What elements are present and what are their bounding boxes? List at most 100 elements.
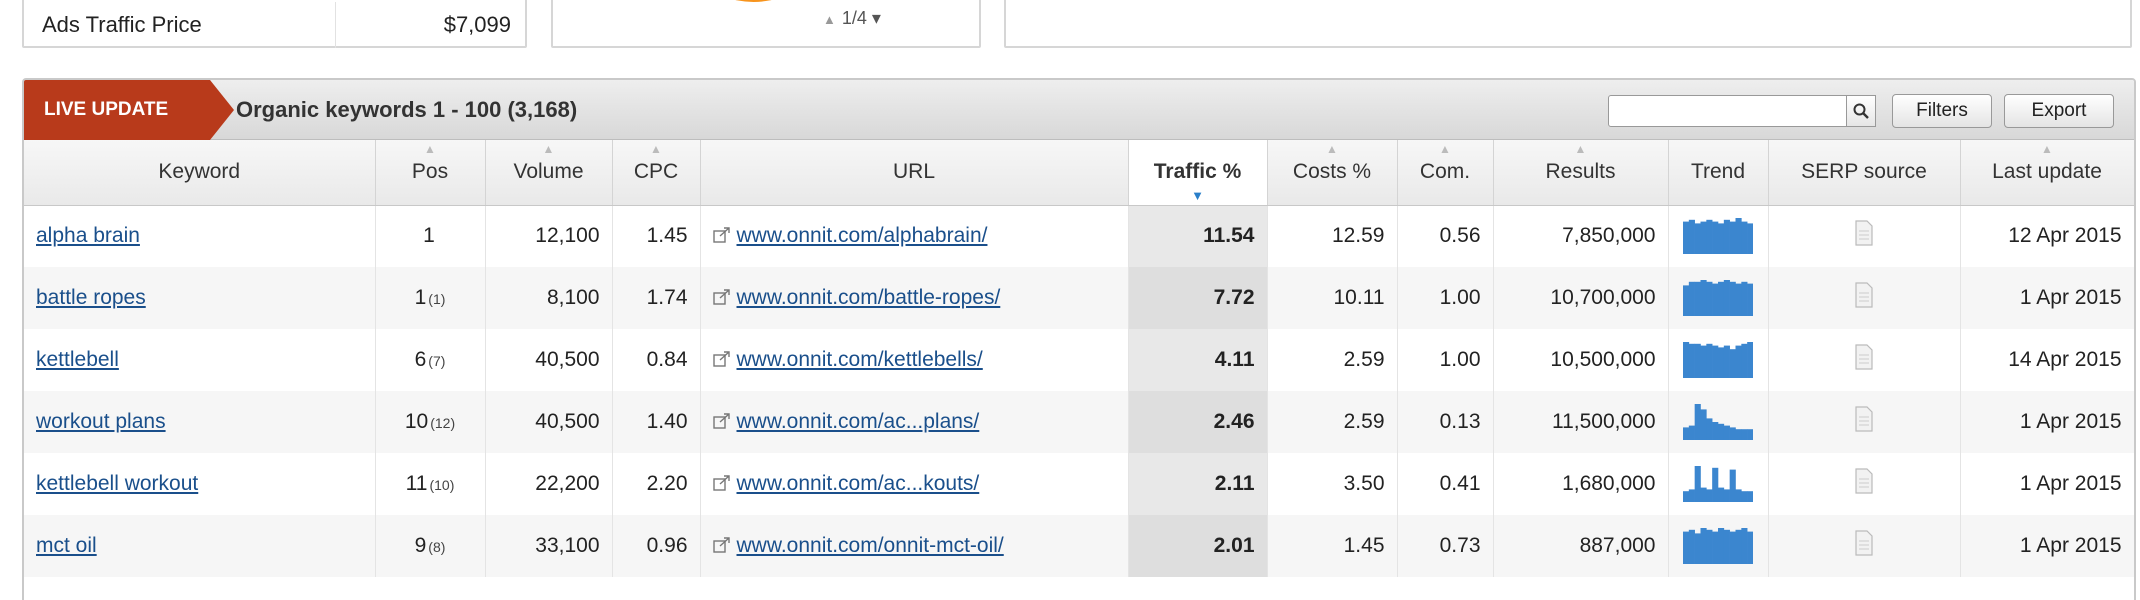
table-row: alpha brain 1 12,100 1.45 www.onnit.com/alph… [24,205,2134,267]
trend-bar [1694,343,1701,378]
col-header-volume[interactable]: ▲ Volume [485,140,613,206]
external-link-icon[interactable] [712,537,731,553]
trend-bar [1700,280,1707,316]
pos-cell: 9 (8) [375,515,486,577]
trend-bar [1729,469,1736,502]
com-cell: 0.41 [1397,453,1494,515]
trend-bar [1683,531,1690,564]
summary-box-traffic: Ads Traffic Price $7,099 [22,0,527,48]
serp-cell [1768,205,1961,267]
trend-bar [1729,349,1736,378]
keyword-link[interactable]: alpha brain [36,224,140,247]
trend-bar [1741,343,1748,378]
cpc-cell: 2.20 [612,453,701,515]
external-link-icon[interactable] [712,351,731,367]
trend-bar [1747,429,1753,440]
url-link[interactable]: www.onnit.com/ac...plans/ [737,410,980,433]
pos-cell: 11 (10) [375,453,486,515]
keyword-cell: alpha brain [24,205,376,267]
col-keyword-label: Keyword [158,160,241,184]
external-link-icon[interactable] [712,227,731,243]
trend-bar [1712,283,1719,316]
serp-document-icon[interactable] [1853,220,1875,246]
keyword-link[interactable]: kettlebell workout [36,472,198,495]
serp-document-icon[interactable] [1853,530,1875,556]
sort-arrow-icon: ▲ [424,142,436,156]
trend-bar [1688,220,1695,255]
last-update-cell: 12 Apr 2015 [1960,205,2134,267]
table-row: kettlebell 6 (7) 40,500 0.84 www.onnit.com/ke… [24,329,2134,391]
url-link[interactable]: www.onnit.com/onnit-mct-oil/ [737,534,1004,557]
pos-previous: (8) [428,539,446,555]
col-header-costs[interactable]: ▲ Costs % [1267,140,1398,206]
trend-bar [1741,528,1748,564]
col-com-label: Com. [1419,160,1471,184]
col-header-last-update[interactable]: ▲ Last update [1960,140,2134,206]
traffic-cell: 2.46 [1128,391,1268,453]
col-header-pos[interactable]: ▲ Pos [375,140,486,206]
trend-bar [1718,223,1725,255]
external-link-icon[interactable] [712,289,731,305]
ads-traffic-price-value: $7,099 [443,12,511,37]
com-cell: 1.00 [1397,267,1494,329]
sort-arrow-icon: ▲ [2041,142,2053,156]
external-link-icon[interactable] [712,413,731,429]
serp-document-icon[interactable] [1853,282,1875,308]
trend-bar [1700,487,1707,502]
search-icon [1853,103,1869,119]
export-button[interactable]: Export [2004,94,2114,128]
url-link[interactable]: www.onnit.com/alphabrain/ [737,224,988,247]
traffic-cell: 7.72 [1128,267,1268,329]
trend-bar [1712,467,1719,502]
col-header-traffic[interactable]: Traffic % ▼ [1128,140,1268,206]
search-button[interactable] [1846,95,1876,127]
costs-cell: 12.59 [1267,205,1398,267]
summary-box-chart: ▲ 1/4 ▾ [551,0,981,48]
serp-document-icon[interactable] [1853,344,1875,370]
trend-bar [1694,404,1701,440]
url-link[interactable]: www.onnit.com/kettlebells/ [737,348,983,371]
url-link[interactable]: www.onnit.com/ac...kouts/ [737,472,980,495]
trend-bar [1700,345,1707,378]
trend-bar [1712,221,1719,255]
serp-document-icon[interactable] [1853,468,1875,494]
col-serp-label: SERP source [1801,160,1927,184]
keyword-link[interactable]: workout plans [36,410,166,433]
last-update-cell: 1 Apr 2015 [1960,515,2134,577]
cpc-cell: 1.45 [612,205,701,267]
serp-document-icon[interactable] [1853,406,1875,432]
col-header-url[interactable]: URL [700,140,1129,206]
cpc-cell: 0.96 [612,515,701,577]
col-volume-label: Volume [513,160,584,184]
trend-sparkline [1683,280,1753,316]
cpc-cell: 0.84 [612,329,701,391]
pos-value: 11 [405,472,428,495]
keyword-search-input[interactable] [1608,95,1848,127]
external-link-icon[interactable] [712,475,731,491]
col-header-keyword[interactable]: Keyword [24,140,376,206]
live-update-badge[interactable]: LIVE UPDATE [24,80,234,140]
trend-bar [1683,491,1690,502]
trend-bar [1729,221,1736,255]
url-link[interactable]: www.onnit.com/battle-ropes/ [737,286,1001,309]
trend-bar [1723,529,1730,564]
col-header-com[interactable]: ▲ Com. [1397,140,1494,206]
filters-button[interactable]: Filters [1892,94,1992,128]
keyword-link[interactable]: battle ropes [36,286,146,309]
trend-bar [1700,528,1707,564]
trend-bar [1729,427,1736,440]
com-cell: 0.13 [1397,391,1494,453]
pos-value: 9 [414,534,427,557]
col-costs-label: Costs % [1292,160,1372,184]
url-cell: www.onnit.com/kettlebells/ [700,329,1129,391]
col-header-cpc[interactable]: ▲ CPC [612,140,701,206]
pos-cell: 1 (1) [375,267,486,329]
keyword-link[interactable]: mct oil [36,534,97,557]
keyword-cell: mct oil [24,515,376,577]
keyword-cell: kettlebell workout [24,453,376,515]
keyword-link[interactable]: kettlebell [36,348,119,371]
trend-bar [1718,423,1725,440]
col-header-results[interactable]: ▲ Results [1493,140,1669,206]
trend-sparkline [1683,342,1753,378]
chart-pager[interactable]: ▲ 1/4 ▾ [823,8,881,29]
